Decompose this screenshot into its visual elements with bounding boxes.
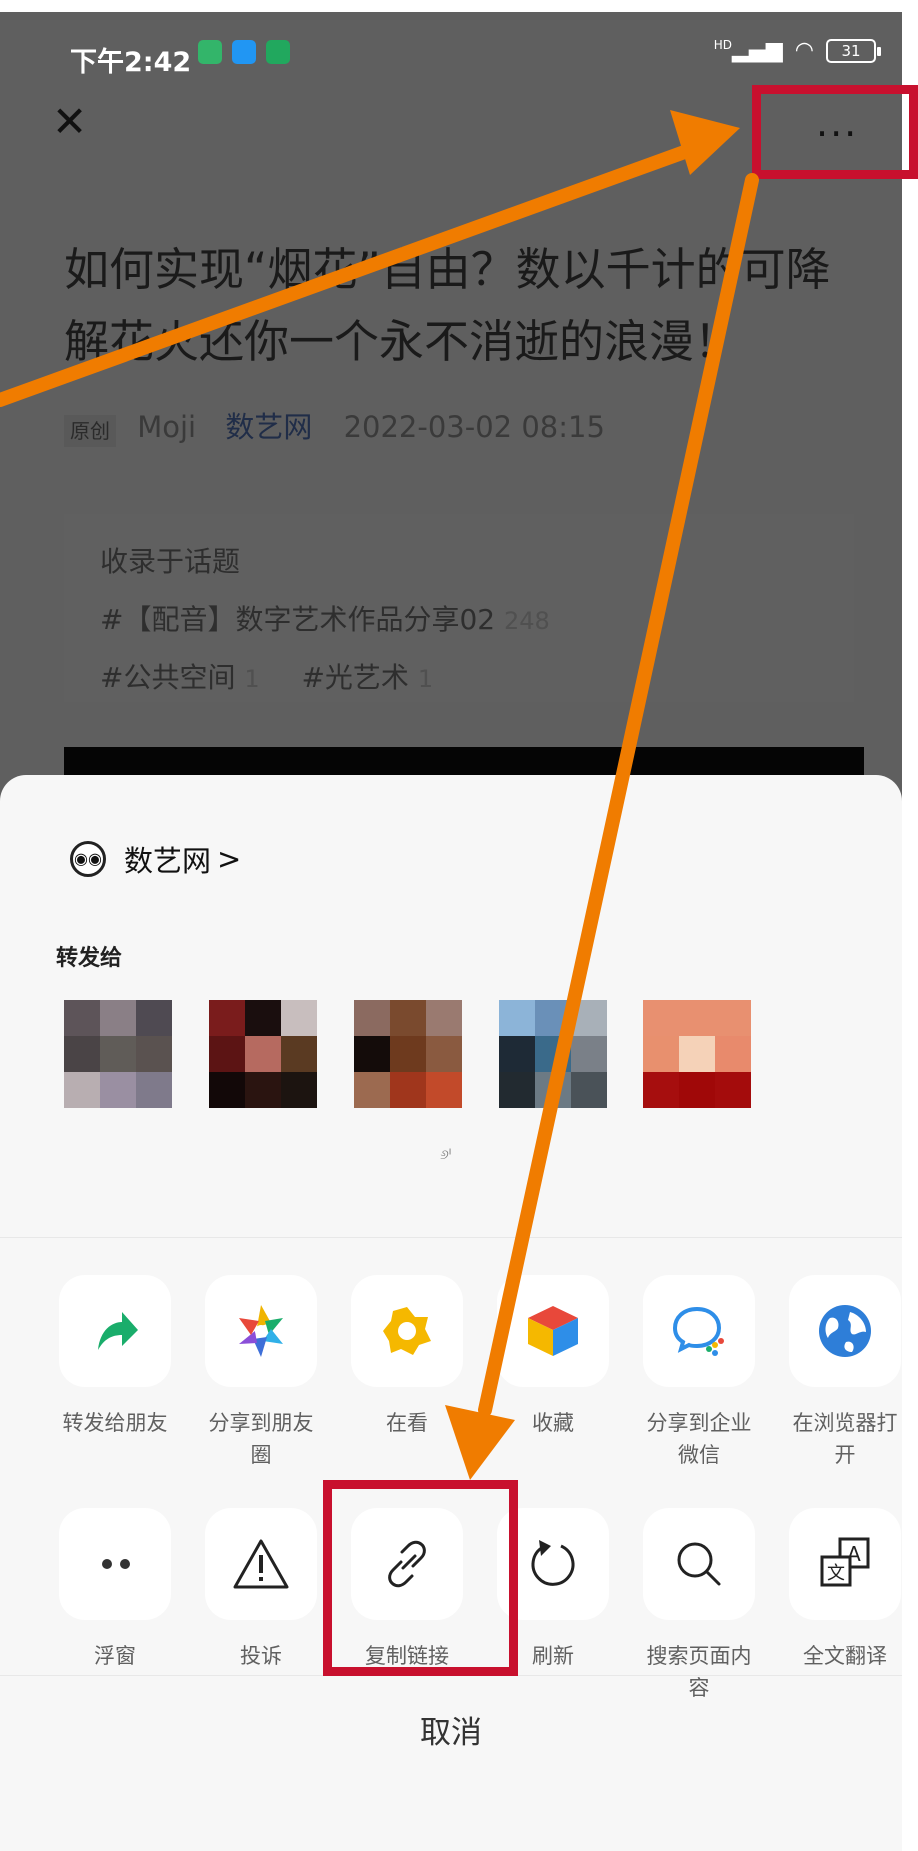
arrow-line [0,143,697,407]
arrow-line [478,173,759,1417]
screenshot-frame: 下午2:42 HD▂▄▆ ◠ 31 ✕ ··· 如何实现“烟花”自由？数以千计的… [0,0,918,1851]
arrow-head [445,1405,515,1480]
annotation-arrows [0,110,759,1480]
arrow-head [670,110,740,175]
